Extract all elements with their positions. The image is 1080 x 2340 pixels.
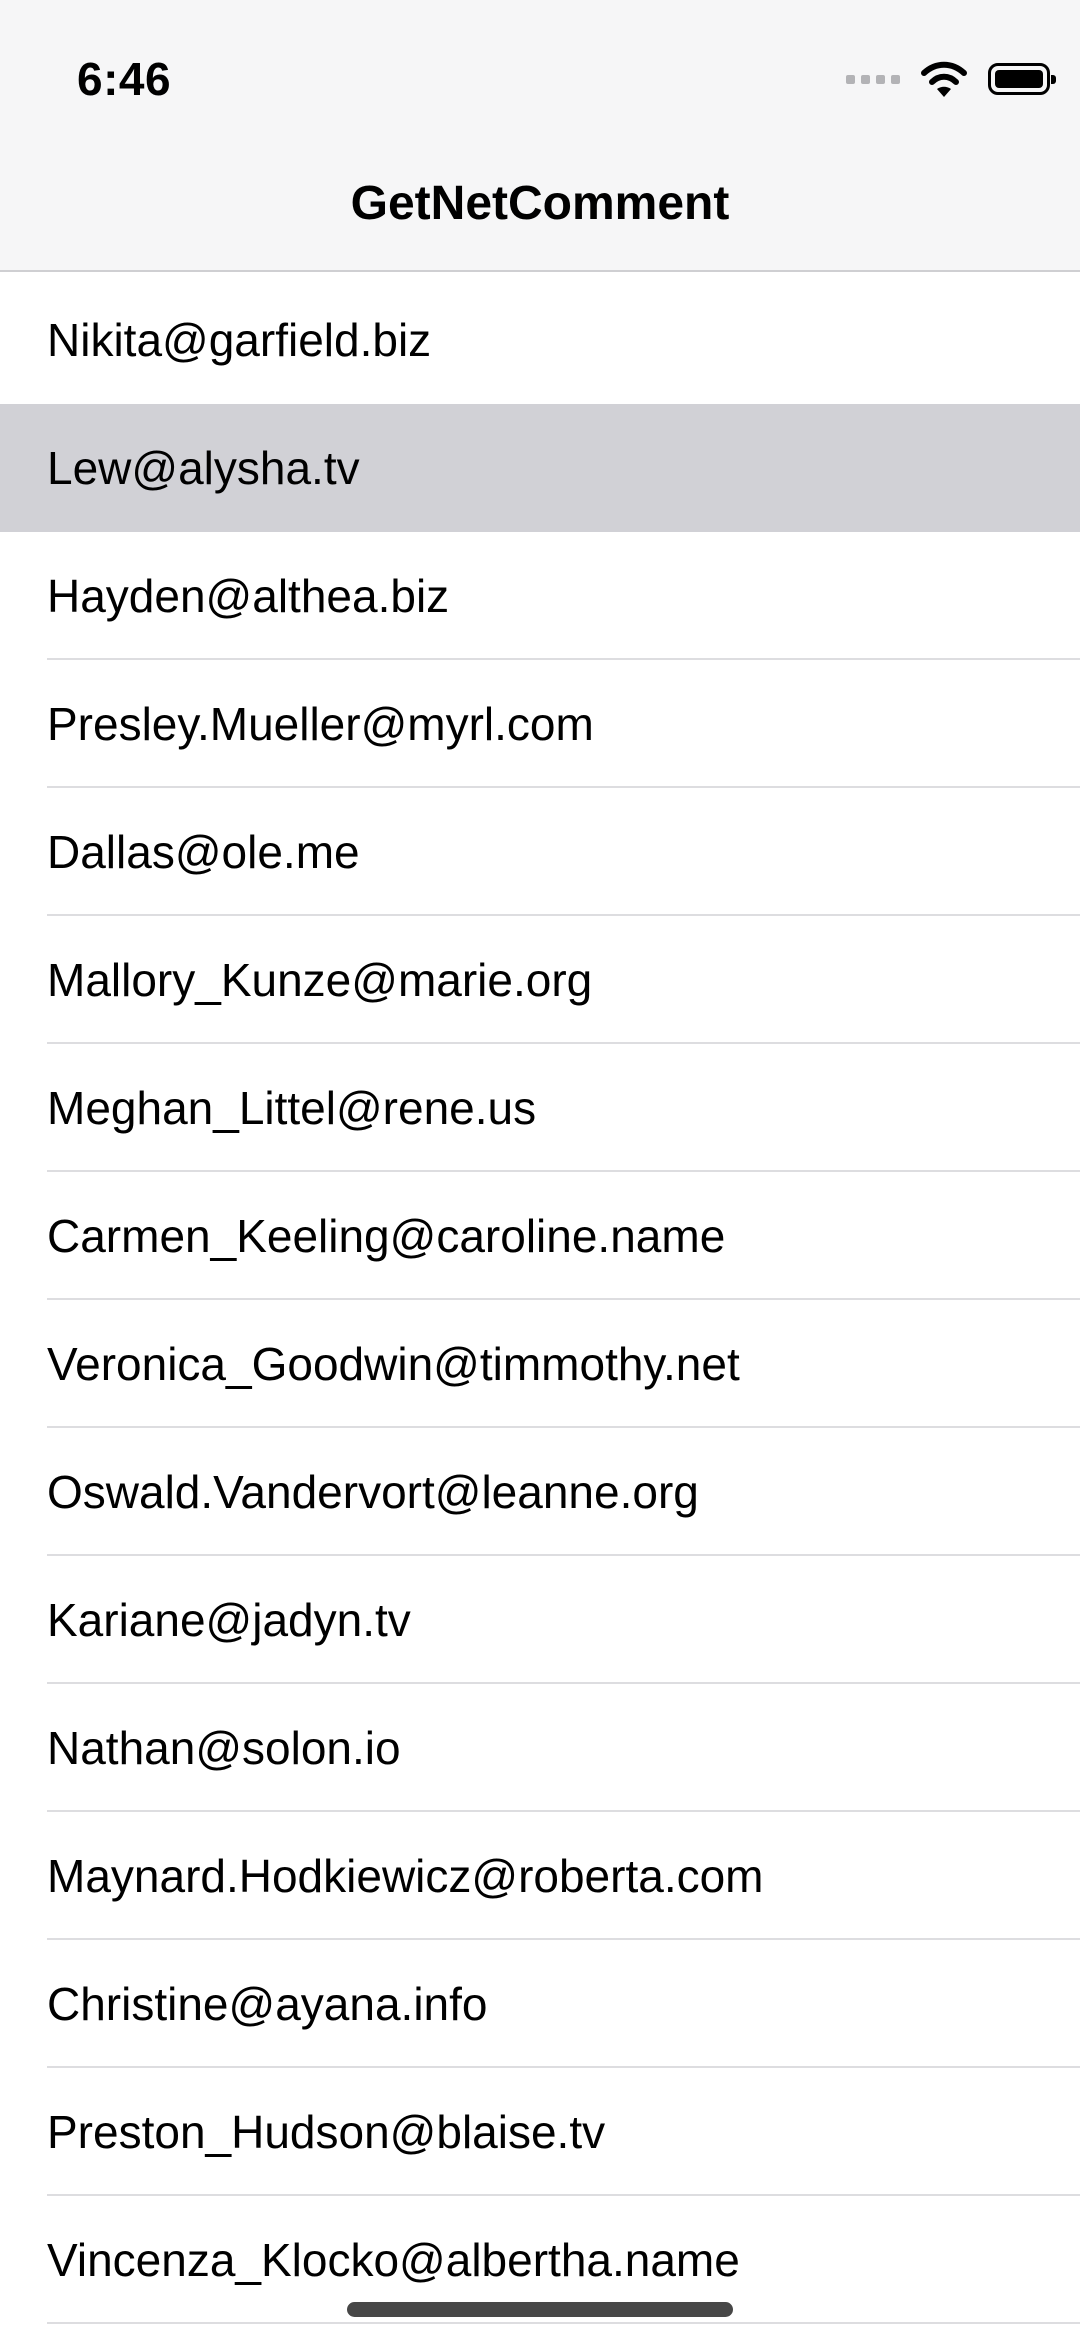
list-item-label: Christine@ayana.info	[47, 1978, 488, 2030]
list-item-label: Presley.Mueller@myrl.com	[47, 698, 594, 750]
list-item[interactable]: Nikita@garfield.biz	[0, 276, 1080, 404]
comment-list: Nikita@garfield.biz Lew@alysha.tv Hayden…	[0, 276, 1080, 2324]
list-item-label: Dallas@ole.me	[47, 826, 360, 878]
list-item-label: Veronica_Goodwin@timmothy.net	[47, 1338, 740, 1390]
list-item-label: Vincenza_Klocko@albertha.name	[47, 2234, 740, 2286]
list-item[interactable]: Christine@ayana.info	[0, 1940, 1080, 2068]
list-item[interactable]: Kariane@jadyn.tv	[0, 1556, 1080, 1684]
list-item[interactable]: Veronica_Goodwin@timmothy.net	[0, 1300, 1080, 1428]
list-item-label: Nikita@garfield.biz	[47, 314, 432, 366]
list-item-label: Meghan_Littel@rene.us	[47, 1082, 537, 1134]
list-item[interactable]: Maynard.Hodkiewicz@roberta.com	[0, 1812, 1080, 1940]
page-title: GetNetComment	[350, 177, 730, 230]
list-item-label: Kariane@jadyn.tv	[47, 1594, 411, 1646]
list-item[interactable]: Hayden@althea.biz	[0, 532, 1080, 660]
list-item-label: Carmen_Keeling@caroline.name	[47, 1210, 726, 1262]
list-item[interactable]: Oswald.Vandervort@leanne.org	[0, 1428, 1080, 1556]
list-item[interactable]: Carmen_Keeling@caroline.name	[0, 1172, 1080, 1300]
list-item-label: Preston_Hudson@blaise.tv	[47, 2106, 606, 2158]
status-time: 6:46	[77, 53, 172, 105]
wifi-icon	[921, 61, 967, 97]
navigation-header: 6:46 GetNetComment	[0, 0, 1080, 272]
battery-icon	[988, 63, 1056, 95]
list-item-label: Nathan@solon.io	[47, 1722, 401, 1774]
list-item-label: Hayden@althea.biz	[47, 570, 450, 622]
list-item-label: Mallory_Kunze@marie.org	[47, 954, 593, 1006]
list-item[interactable]: Presley.Mueller@myrl.com	[0, 660, 1080, 788]
status-indicators	[846, 58, 1056, 100]
list-item-label: Oswald.Vandervort@leanne.org	[47, 1466, 699, 1518]
list-item[interactable]: Lew@alysha.tv	[0, 404, 1080, 532]
list-item[interactable]: Meghan_Littel@rene.us	[0, 1044, 1080, 1172]
list-item[interactable]: Preston_Hudson@blaise.tv	[0, 2068, 1080, 2196]
list-item[interactable]: Nathan@solon.io	[0, 1684, 1080, 1812]
home-indicator[interactable]	[347, 2302, 733, 2317]
cellular-signal-icon	[846, 74, 900, 84]
list-item[interactable]: Mallory_Kunze@marie.org	[0, 916, 1080, 1044]
list-item-label: Lew@alysha.tv	[47, 442, 360, 494]
list-item-label: Maynard.Hodkiewicz@roberta.com	[47, 1850, 764, 1902]
list-item[interactable]: Dallas@ole.me	[0, 788, 1080, 916]
